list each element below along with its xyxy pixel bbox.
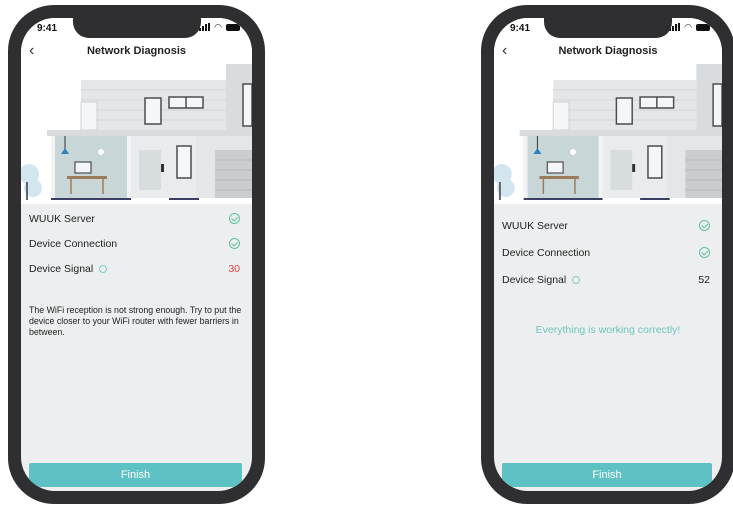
wifi-icon: ◠	[214, 22, 222, 32]
weak-signal-message: The WiFi reception is not strong enough.…	[29, 305, 242, 337]
finish-button[interactable]: Finish	[502, 463, 712, 487]
page-title: Network Diagnosis	[558, 45, 658, 57]
diagnosis-list: WUUK Server Device Connection Device Sig…	[494, 214, 722, 295]
house-illustration	[494, 64, 722, 204]
house-illustration	[21, 64, 252, 204]
row-device-connection: Device Connection	[21, 232, 252, 257]
row-label: Device Connection	[502, 247, 591, 259]
signal-value: 30	[228, 263, 240, 275]
page-title: Network Diagnosis	[86, 45, 187, 57]
phone-notch	[544, 18, 672, 38]
check-icon	[699, 220, 710, 231]
phone-left: 9:41 ◠ ‹ Network Diagnosis WUUK Server D…	[8, 5, 265, 504]
status-time: 9:41	[37, 23, 58, 34]
check-icon	[229, 238, 240, 249]
check-icon	[229, 213, 240, 224]
wifi-icon: ◠	[684, 22, 692, 32]
signal-value: 52	[698, 274, 710, 286]
signal-bars-icon	[199, 23, 211, 31]
device-signal-label: Device Signal	[29, 263, 94, 275]
nav-bar: ‹ Network Diagnosis	[21, 40, 252, 65]
row-label: Device Signal	[502, 274, 581, 286]
status-time: 9:41	[510, 23, 531, 34]
device-signal-label: Device Signal	[502, 274, 567, 286]
help-icon[interactable]	[572, 276, 581, 285]
row-wuuk-server: WUUK Server	[494, 214, 722, 241]
help-icon[interactable]	[99, 265, 108, 274]
finish-button[interactable]: Finish	[29, 463, 242, 487]
status-icons: ◠	[669, 22, 710, 32]
status-icons: ◠	[199, 22, 240, 32]
battery-icon	[226, 23, 240, 31]
ok-message: Everything is working correctly!	[535, 324, 681, 336]
battery-icon	[696, 23, 710, 31]
screen-left: 9:41 ◠ ‹ Network Diagnosis WUUK Server D…	[21, 18, 252, 491]
check-icon	[699, 247, 710, 258]
phone-notch	[72, 18, 201, 38]
row-label: WUUK Server	[29, 213, 95, 225]
phone-right: 9:41 ◠ ‹ Network Diagnosis WUUK Server D…	[481, 5, 733, 504]
row-label: Device Signal	[29, 263, 108, 275]
row-wuuk-server: WUUK Server	[21, 207, 252, 232]
row-device-connection: Device Connection	[494, 241, 722, 268]
row-device-signal: Device Signal 52	[494, 268, 722, 295]
row-label: WUUK Server	[502, 220, 568, 232]
nav-bar: ‹ Network Diagnosis	[494, 40, 722, 65]
row-label: Device Connection	[29, 238, 118, 250]
row-device-signal: Device Signal 30	[21, 257, 252, 282]
diagnosis-list: WUUK Server Device Connection Device Sig…	[21, 207, 252, 282]
screen-right: 9:41 ◠ ‹ Network Diagnosis WUUK Server D…	[494, 18, 722, 491]
